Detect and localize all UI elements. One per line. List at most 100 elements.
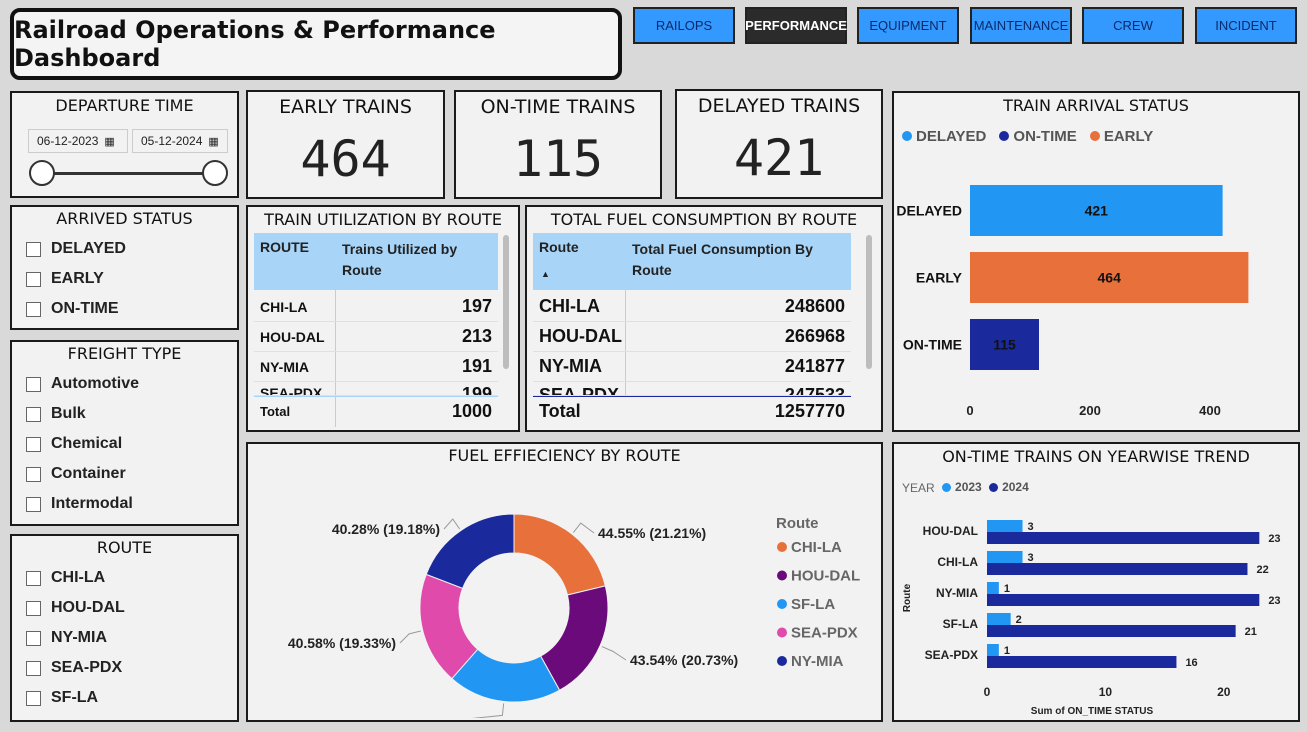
departure-time-slicer: DEPARTURE TIME 06-12-2023 ▦ 05-12-2024 ▦: [10, 91, 239, 198]
checkbox[interactable]: [26, 271, 41, 287]
table-total-row: Total 1000: [254, 396, 498, 426]
x-tick-label: 10: [1099, 685, 1113, 699]
checkbox[interactable]: [26, 570, 41, 586]
filter-option-sea-pdx[interactable]: SEA-PDX: [12, 653, 237, 683]
filter-option-automotive[interactable]: Automotive: [12, 369, 237, 399]
end-date-input[interactable]: 05-12-2024 ▦: [132, 129, 228, 153]
freight-type-title: FREIGHT TYPE: [67, 344, 182, 363]
nav-performance-button[interactable]: PERFORMANCE: [745, 7, 847, 44]
column-header-route[interactable]: Route: [539, 239, 579, 255]
filter-option-chi-la[interactable]: CHI-LA: [12, 563, 237, 593]
checkbox[interactable]: [26, 630, 41, 646]
data-label: 22: [1256, 564, 1268, 576]
data-label: 16: [1185, 657, 1197, 669]
legend-item-2023[interactable]: 2023: [942, 480, 982, 494]
bar-2023: [987, 520, 1023, 532]
legend-item-ontime[interactable]: ON-TIME: [999, 128, 1077, 145]
nav-crew-button[interactable]: CREW: [1082, 7, 1184, 44]
legend-item-delayed[interactable]: DELAYED: [902, 128, 986, 145]
checkbox[interactable]: [26, 660, 41, 676]
category-label: NY-MIA: [936, 586, 978, 600]
date-slider-start-handle[interactable]: [29, 160, 55, 186]
legend-dot: [777, 570, 787, 581]
early-trains-card: EARLY TRAINS 464: [246, 90, 445, 199]
nav-maintenance-button[interactable]: MAINTENANCE: [970, 7, 1072, 44]
fuel-consumption-title: TOTAL FUEL CONSUMPTION BY ROUTE: [550, 210, 858, 229]
date-slider-end-handle[interactable]: [202, 160, 228, 186]
leader-line: [443, 518, 460, 530]
bar-2024: [987, 625, 1236, 637]
table-row: SEA-PDX 247533: [533, 382, 851, 396]
filter-option-ny-mia[interactable]: NY-MIA: [12, 623, 237, 653]
legend-title: Route: [776, 515, 819, 532]
column-header-route[interactable]: ROUTE: [260, 239, 309, 255]
x-tick-label: 200: [1079, 403, 1101, 418]
column-header-fuel-consumption[interactable]: Total Fuel Consumption By Route: [632, 239, 842, 281]
nav-equipment-button[interactable]: EQUIPMENT: [857, 7, 959, 44]
legend-label: CHI-LA: [791, 539, 842, 556]
route-title: ROUTE: [96, 538, 153, 557]
start-date-input[interactable]: 06-12-2023 ▦: [28, 129, 128, 153]
legend-dot: [777, 627, 787, 638]
nav-incident-button[interactable]: INCIDENT: [1195, 7, 1297, 44]
data-label: 40.28% (19.18%): [332, 521, 440, 537]
checkbox[interactable]: [26, 241, 41, 257]
column-header-trains-utilized[interactable]: Trains Utilized by Route: [342, 239, 482, 281]
arrived-status-slicer: ARRIVED STATUS DELAYED EARLY ON-TIME: [10, 205, 239, 330]
data-label: 43.54% (20.73%): [630, 652, 738, 668]
filter-option-sf-la[interactable]: SF-LA: [12, 683, 237, 713]
category-label: SEA-PDX: [925, 648, 978, 662]
bar-2023: [987, 551, 1023, 563]
freight-type-slicer: FREIGHT TYPE Automotive Bulk Chemical Co…: [10, 340, 239, 526]
legend-dot: [942, 482, 952, 492]
early-trains-value: 464: [300, 130, 391, 188]
bar-2024: [987, 532, 1260, 544]
checkbox[interactable]: [26, 376, 41, 392]
delayed-trains-label: DELAYED TRAINS: [697, 95, 861, 117]
filter-option-intermodal[interactable]: Intermodal: [12, 489, 237, 519]
ontime-trains-value: 115: [512, 130, 604, 188]
sort-ascending-icon[interactable]: ▲: [541, 269, 550, 279]
donut-slice-chi-la: [513, 513, 606, 596]
data-label: 21: [1245, 626, 1257, 638]
legend-dot: [902, 131, 912, 141]
category-label: EARLY: [916, 270, 963, 286]
checkbox[interactable]: [26, 436, 41, 452]
legend-dot: [1089, 131, 1100, 141]
ontime-yearwise-panel: ON-TIME TRAINS ON YEARWISE TREND YEAR 20…: [892, 442, 1300, 722]
table-scrollbar[interactable]: [503, 235, 509, 369]
checkbox[interactable]: [26, 496, 41, 512]
ontime-yearwise-bar-chart: HOU-DAL 3 23 CHI-LA 3 22 NY-MIA 1 23 SF-LA 2 21 SEA-…: [902, 520, 1281, 717]
fuel-efficiency-panel: FUEL EFFIECIENCY BY ROUTE 44.55% (21.21%…: [246, 442, 883, 722]
checkbox[interactable]: [26, 466, 41, 482]
checkbox[interactable]: [26, 406, 41, 422]
y-axis-label: Route: [902, 583, 913, 612]
table-scrollbar[interactable]: [866, 235, 872, 369]
checkbox[interactable]: [26, 301, 41, 317]
table-row: CHI-LA 248600: [533, 292, 851, 322]
checkbox[interactable]: [26, 600, 41, 616]
dashboard-title-box: Railroad Operations & Performance Dashbo…: [10, 8, 622, 80]
filter-option-ontime[interactable]: ON-TIME: [12, 294, 237, 324]
legend-label: SEA-PDX: [791, 625, 858, 642]
filter-option-bulk[interactable]: Bulk: [12, 399, 237, 429]
chart-legend: YEAR 2023 2024: [902, 480, 1029, 495]
legend-item-early[interactable]: EARLY: [1089, 128, 1153, 145]
table-row: HOU-DAL 266968: [533, 322, 851, 352]
filter-option-hou-dal[interactable]: HOU-DAL: [12, 593, 237, 623]
filter-option-container[interactable]: Container: [12, 459, 237, 489]
filter-option-delayed[interactable]: DELAYED: [12, 234, 237, 264]
legend-dot: [777, 656, 787, 666]
legend-dot: [777, 599, 787, 609]
data-label: 464: [1098, 270, 1122, 286]
bar-2024: [987, 656, 1177, 668]
filter-option-early[interactable]: EARLY: [12, 264, 237, 294]
filter-option-chemical[interactable]: Chemical: [12, 429, 237, 459]
x-tick-label: 400: [1199, 403, 1221, 418]
nav-railops-button[interactable]: RAILOPS: [633, 7, 735, 44]
leader-line: [601, 646, 627, 661]
data-label: 115: [993, 337, 1016, 353]
legend-item-2024[interactable]: 2024: [989, 480, 1029, 494]
data-label: 2: [1016, 614, 1022, 626]
checkbox[interactable]: [26, 690, 41, 706]
